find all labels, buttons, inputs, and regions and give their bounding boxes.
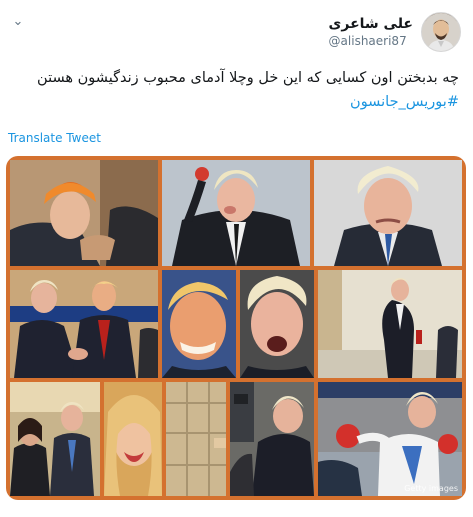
tweet-header: علی شاعری @alishaeri87 — [329, 12, 461, 52]
display-name[interactable]: علی شاعری — [329, 16, 413, 32]
photo-johnson-walking — [318, 270, 462, 378]
tweet-text-line: چه بدبختن اون کسایی که این خل وچلا آدمای… — [37, 70, 459, 86]
photo-trump-grimace — [162, 270, 236, 378]
watermark-text: Getty images — [404, 484, 458, 493]
photo-smiling-woman — [104, 382, 162, 496]
photo-man-orange-turban — [10, 160, 158, 266]
tweet-card: علی شاعری @alishaeri87 ⌄ چه بدبختن اون ک… — [0, 0, 473, 517]
avatar-portrait — [422, 13, 460, 51]
user-handle[interactable]: @alishaeri87 — [329, 34, 413, 48]
photo-johnson-boxing: Getty images — [318, 382, 462, 496]
photo-wall-prayer — [166, 382, 226, 496]
chevron-down-icon[interactable]: ⌄ — [10, 14, 26, 30]
tweet-text: چه بدبختن اون کسایی که این خل وچلا آدمای… — [14, 66, 459, 114]
photo-johnson-frowning — [314, 160, 462, 266]
photo-collage[interactable]: Getty images — [6, 156, 466, 500]
photo-johnson-with-women — [10, 382, 100, 496]
translate-tweet-link[interactable]: Translate Tweet — [8, 131, 101, 145]
avatar[interactable] — [421, 12, 461, 52]
photo-johnson-at-wall — [230, 382, 314, 496]
author-names: علی شاعری @alishaeri87 — [329, 16, 413, 48]
hashtag-link[interactable]: #بوریس_جانسون — [350, 94, 459, 110]
photo-johnson-throwing — [162, 160, 310, 266]
photo-johnson-trump-handshake — [10, 270, 158, 378]
photo-johnson-shouting — [240, 270, 314, 378]
